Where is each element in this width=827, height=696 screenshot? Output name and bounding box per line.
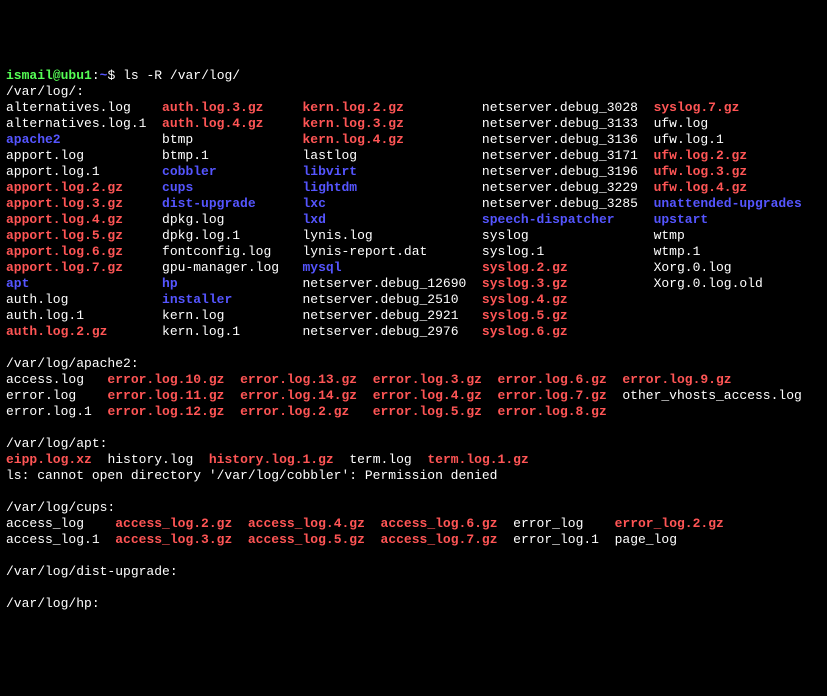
dir-header: /var/log/apache2: (6, 356, 139, 371)
file: auth.log.2.gz kern.log.1 netserver.debug… (6, 324, 568, 339)
error-message: ls: cannot open directory '/var/log/cobb… (6, 468, 497, 483)
file: auth.log installer netserver.debug_2510 … (6, 292, 568, 307)
file: apport.log.4.gz dpkg.log lxd speech-disp… (6, 212, 708, 227)
file: error.log error.log.11.gz error.log.14.g… (6, 388, 802, 403)
file: access_log access_log.2.gz access_log.4.… (6, 516, 724, 531)
file: alternatives.log auth.log.3.gz kern.log.… (6, 100, 739, 115)
file: apport.log.6.gz fontconfig.log lynis-rep… (6, 244, 700, 259)
file: access_log.1 access_log.3.gz access_log.… (6, 532, 677, 547)
file: eipp.log.xz history.log history.log.1.gz… (6, 452, 529, 467)
prompt: ismail@ubu1:~$ ls -R /var/log/ (6, 68, 240, 83)
file: auth.log.1 kern.log netserver.debug_2921… (6, 308, 568, 323)
dir-header: /var/log/dist-upgrade: (6, 564, 178, 579)
file: apport.log.3.gz dist-upgrade lxc netserv… (6, 196, 802, 211)
terminal[interactable]: ismail@ubu1:~$ ls -R /var/log/ /var/log/… (6, 68, 821, 612)
file: alternatives.log.1 auth.log.4.gz kern.lo… (6, 116, 708, 131)
file: apport.log.1 cobbler libvirt netserver.d… (6, 164, 747, 179)
dir-header: /var/log/cups: (6, 500, 115, 515)
dir-header: /var/log/hp: (6, 596, 100, 611)
dir-header: /var/log/: (6, 84, 84, 99)
file: apt hp netserver.debug_12690 syslog.3.gz… (6, 276, 763, 291)
file: apport.log.7.gz gpu-manager.log mysql sy… (6, 260, 732, 275)
file: access.log error.log.10.gz error.log.13.… (6, 372, 732, 387)
file: apport.log.2.gz cups lightdm netserver.d… (6, 180, 747, 195)
file: apport.log btmp.1 lastlog netserver.debu… (6, 148, 747, 163)
file: apport.log.5.gz dpkg.log.1 lynis.log sys… (6, 228, 685, 243)
file: apache2 btmp kern.log.4.gz netserver.deb… (6, 132, 724, 147)
file: error.log.1 error.log.12.gz error.log.2.… (6, 404, 607, 419)
dir-header: /var/log/apt: (6, 436, 107, 451)
